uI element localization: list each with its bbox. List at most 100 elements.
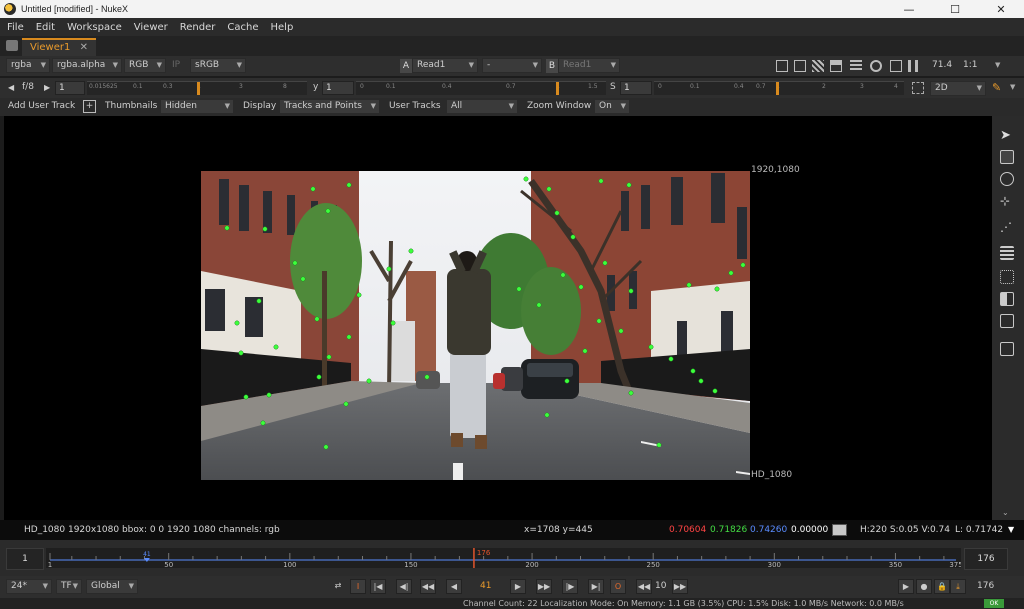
- checker-icon[interactable]: [812, 60, 824, 72]
- menu-file[interactable]: File: [0, 22, 30, 33]
- tracker-select-icon[interactable]: [1000, 150, 1014, 164]
- next-key-button[interactable]: |▶: [562, 579, 578, 594]
- status-ok-badge: OK: [984, 599, 1004, 608]
- add-user-track-button[interactable]: Add User Track: [8, 99, 75, 114]
- maximize-button[interactable]: ☐: [932, 0, 978, 18]
- loop-icon[interactable]: ⇄: [330, 579, 346, 594]
- play-backward-button[interactable]: ◀: [446, 579, 462, 594]
- rotate-icon[interactable]: [1000, 172, 1014, 186]
- tab-close-icon[interactable]: ✕: [80, 40, 88, 55]
- skip-back-button[interactable]: ◀◀: [636, 579, 652, 594]
- ip-button[interactable]: IP: [172, 58, 180, 73]
- alpha-channel-dropdown[interactable]: rgba.alpha ▼: [52, 58, 122, 73]
- tracks-list-icon[interactable]: [1000, 246, 1014, 260]
- transform-icon[interactable]: ⊹: [1000, 194, 1014, 208]
- play-forward-button[interactable]: ▶: [510, 579, 526, 594]
- select-arrow-icon[interactable]: ➤: [1000, 128, 1014, 143]
- link-icon[interactable]: ⋰: [1000, 220, 1014, 234]
- gl-icon[interactable]: [850, 60, 862, 72]
- zoom-ratio[interactable]: 1:1: [963, 58, 977, 73]
- gamma-slider-handle[interactable]: [556, 82, 559, 95]
- viewer-info-bar: HD_1080 1920x1080 bbox: 0 0 1920 1080 ch…: [0, 520, 1024, 540]
- thumbnails-label: Thumbnails: [105, 101, 158, 111]
- a-input-dropdown[interactable]: Read1 ▼: [412, 58, 478, 73]
- cache-icon[interactable]: ⤓: [950, 579, 966, 594]
- timeline-in-frame[interactable]: 1: [6, 548, 44, 570]
- window-title: Untitled [modified] - NukeX: [21, 4, 129, 14]
- fstop-right-icon[interactable]: ▶: [44, 80, 50, 95]
- gamma-input[interactable]: 1: [322, 81, 354, 95]
- tab-viewer1[interactable]: Viewer1 ✕: [22, 38, 96, 56]
- menu-help[interactable]: Help: [265, 22, 300, 33]
- timeline-out-frame[interactable]: 176: [964, 548, 1008, 570]
- menu-edit[interactable]: Edit: [30, 22, 61, 33]
- flipbook-icon[interactable]: ▶: [898, 579, 914, 594]
- region-select-icon[interactable]: [912, 82, 924, 94]
- crosshair-icon[interactable]: [890, 60, 902, 72]
- fstop-label[interactable]: f/8: [22, 80, 34, 95]
- mark-out-button[interactable]: O: [610, 579, 626, 594]
- zoom-window-icon[interactable]: [1000, 342, 1014, 356]
- fstop-left-icon[interactable]: ◀: [8, 80, 14, 95]
- a-input-label: A: [400, 59, 412, 73]
- color-picker-icon[interactable]: ✎: [992, 80, 1001, 95]
- prev-frame-button[interactable]: ◀◀: [420, 579, 436, 594]
- saturation-input[interactable]: 1: [620, 81, 652, 95]
- playback-end-frame[interactable]: 176: [977, 579, 994, 594]
- refresh-icon[interactable]: [870, 60, 882, 72]
- viewer-image[interactable]: [201, 171, 750, 480]
- mark-in-button[interactable]: I: [350, 579, 366, 594]
- gain-slider-handle[interactable]: [197, 82, 200, 95]
- skip-frames[interactable]: 10: [655, 579, 666, 594]
- frame-icon[interactable]: [794, 60, 806, 72]
- next-frame-button[interactable]: ▶▶: [536, 579, 552, 594]
- skip-forward-button[interactable]: ▶▶: [672, 579, 688, 594]
- channels-dropdown[interactable]: rgba ▼: [6, 58, 50, 73]
- pause-icon[interactable]: [908, 60, 918, 72]
- user-tracks-dropdown[interactable]: All ▼: [446, 99, 518, 114]
- picker-dropdown-icon[interactable]: ▼: [1010, 80, 1015, 95]
- fps-dropdown[interactable]: 24* ▼: [6, 579, 52, 594]
- menu-workspace[interactable]: Workspace: [61, 22, 128, 33]
- split-view-icon[interactable]: [1000, 292, 1014, 306]
- saturation-slider-handle[interactable]: [776, 82, 779, 95]
- record-icon[interactable]: ●: [916, 579, 932, 594]
- lock-icon[interactable]: 🔒: [934, 579, 950, 594]
- overlay-icon[interactable]: [830, 60, 842, 72]
- menu-viewer[interactable]: Viewer: [128, 22, 174, 33]
- saturation-slider[interactable]: 0 0.1 0.4 0.7 1 2 3 4: [654, 81, 904, 95]
- b-input-dropdown[interactable]: Read1 ▼: [558, 58, 620, 73]
- grid-points-icon[interactable]: [1000, 270, 1014, 284]
- zoom-percent[interactable]: 71.4: [932, 58, 952, 73]
- gain-input[interactable]: 1: [55, 81, 85, 95]
- menu-render[interactable]: Render: [174, 22, 222, 33]
- zoom-dropdown-icon[interactable]: ▼: [995, 58, 1000, 73]
- prev-key-button[interactable]: ◀|: [396, 579, 412, 594]
- pane-menu-icon[interactable]: [6, 40, 18, 51]
- compare-op-dropdown[interactable]: - ▼: [482, 58, 542, 73]
- gain-slider[interactable]: 0.015625 0.1 0.3 1 3 8: [87, 81, 307, 95]
- bounding-box-icon[interactable]: [1000, 314, 1014, 328]
- gamma-slider[interactable]: 0 0.1 0.4 0.7 1 1.5: [356, 81, 606, 95]
- timeline-tick-label: 375: [949, 561, 961, 568]
- display-channel-dropdown[interactable]: RGB ▼: [124, 58, 166, 73]
- menu-cache[interactable]: Cache: [221, 22, 264, 33]
- tf-dropdown[interactable]: TF ▼: [56, 579, 82, 594]
- go-to-start-button[interactable]: |◀: [370, 579, 386, 594]
- close-window-button[interactable]: ✕: [978, 0, 1024, 18]
- go-to-end-button[interactable]: ▶|: [588, 579, 604, 594]
- scope-dropdown[interactable]: Global ▼: [86, 579, 138, 594]
- lut-dropdown[interactable]: sRGB ▼: [190, 58, 246, 73]
- view-mode-dropdown[interactable]: 2D ▼: [930, 81, 986, 96]
- info-expand-icon[interactable]: ▼: [1008, 520, 1014, 540]
- thumbnails-dropdown[interactable]: Hidden ▼: [160, 99, 234, 114]
- display-dropdown[interactable]: Tracks and Points ▼: [279, 99, 380, 114]
- saturation-label: S: [610, 82, 616, 92]
- toolbar-expand-icon[interactable]: ⌄: [1002, 508, 1009, 517]
- zoom-window-dropdown[interactable]: On ▼: [594, 99, 630, 114]
- add-track-icon[interactable]: +: [83, 100, 96, 113]
- current-frame[interactable]: 41: [480, 579, 491, 594]
- timeline-track[interactable]: 1 50 100 150 200 250 300 350 375 41 176: [46, 548, 963, 569]
- minimize-button[interactable]: —: [886, 0, 932, 18]
- roi-icon[interactable]: [776, 60, 788, 72]
